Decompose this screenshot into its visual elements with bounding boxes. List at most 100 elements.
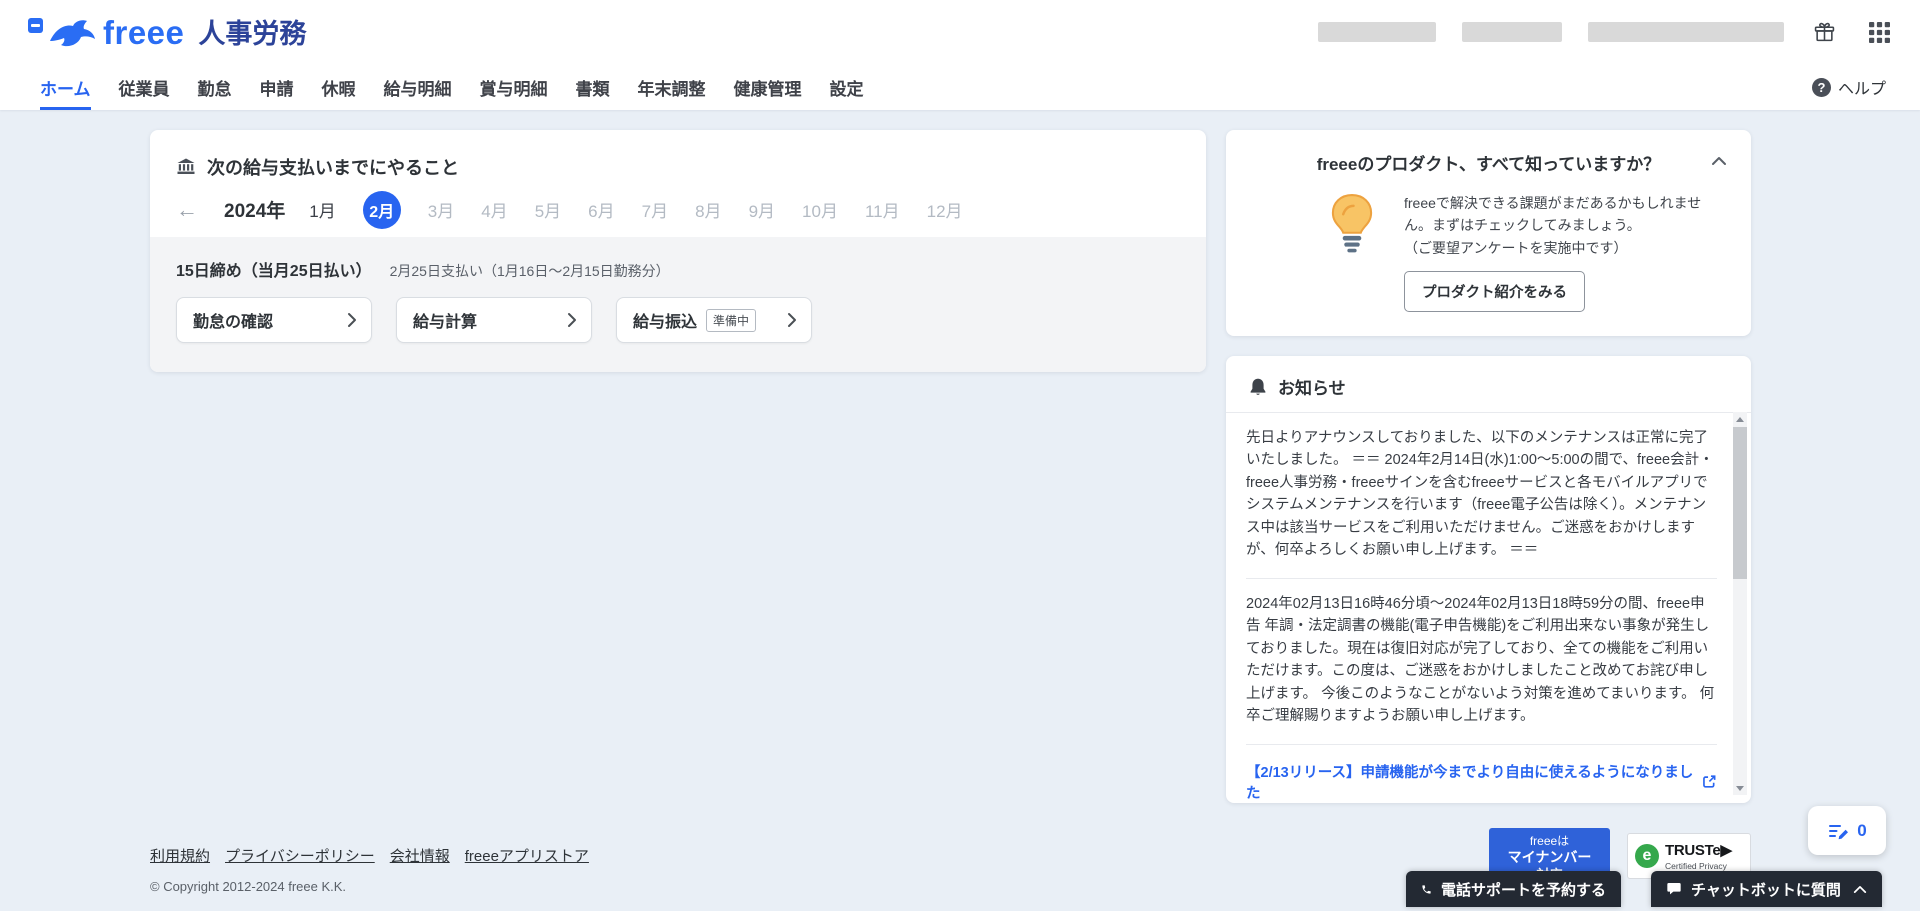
tasks-pen-icon <box>1829 824 1849 839</box>
tasks-count: 0 <box>1857 820 1867 840</box>
terms-link[interactable]: 利用規約 <box>150 845 210 866</box>
phone-icon <box>1422 884 1431 894</box>
help-icon: ? <box>1811 77 1831 97</box>
todo-card-title: 次の給与支払いまでにやること <box>207 158 459 178</box>
month-option: 8月 <box>695 202 722 221</box>
promo-note: （ご要望アンケートを実施中です） <box>1404 240 1628 257</box>
notice-item: 2024年02月13日16時46分頃～2024年02月13日18時59分の間、f… <box>1246 579 1717 745</box>
tab-requests[interactable]: 申請 <box>260 64 294 110</box>
promo-text: freeeで解決できる課題がまだあるかもしれません。まずはチェックしてみましょう… <box>1404 195 1702 233</box>
payroll-actions: 勤怠の確認 給与計算 給与振込 準備中 <box>176 297 1180 343</box>
gift-button[interactable] <box>1810 18 1839 47</box>
chevron-up-icon <box>1853 885 1867 894</box>
privacy-policy-link[interactable]: プライバシーポリシー <box>225 845 375 866</box>
apps-grid-button[interactable] <box>1865 18 1894 47</box>
promo-body: freeeで解決できる課題がまだあるかもしれません。まずはチェックしてみましょう… <box>1250 193 1727 313</box>
tab-employees[interactable]: 従業員 <box>119 64 170 110</box>
logo-wordmark: freee <box>103 13 185 51</box>
chatbot-button[interactable]: チャットボットに質問 <box>1651 871 1882 907</box>
payroll-section: 15日締め（当月25日払い） 2月25日支払い（1月16日～2月15日勤務分） … <box>150 237 1206 372</box>
notices-title: お知らせ <box>1278 379 1346 398</box>
tasks-count-button[interactable]: 0 <box>1808 806 1886 855</box>
apps-grid-icon <box>1869 21 1890 43</box>
month-option: 3月 <box>427 202 455 221</box>
month-option: 9月 <box>748 202 776 221</box>
chevron-up-icon <box>1712 157 1726 165</box>
promo-title: freeeのプロダクト、すべて知っていますか？ <box>1316 155 1661 174</box>
month-option-selected[interactable]: 2月 <box>362 190 401 229</box>
tab-documents[interactable]: 書類 <box>576 64 610 110</box>
chevron-right-icon <box>567 312 577 328</box>
bell-icon <box>1250 378 1266 395</box>
phone-support-button[interactable]: 電話サポートを予約する <box>1406 871 1621 907</box>
chat-icon <box>1667 883 1681 895</box>
closing-date-label: 15日締め（当月25日払い） <box>176 263 372 280</box>
redacted-company-name[interactable] <box>1318 22 1436 42</box>
notice-release-link[interactable]: 【2/13リリース】申請機能が今までより自由に使えるようになりました <box>1246 745 1717 803</box>
month-option: 10月 <box>802 202 838 221</box>
lightbulb-icon <box>1331 194 1373 253</box>
tab-payslips[interactable]: 給与明細 <box>384 64 452 110</box>
payroll-transfer-button[interactable]: 給与振込 準備中 <box>616 297 812 343</box>
year-label: 2024年 <box>224 201 286 222</box>
gift-icon <box>1814 22 1835 41</box>
freee-bird-icon <box>50 19 95 46</box>
truste-subtitle: Certified Privacy <box>1665 861 1727 871</box>
main-nav: ホーム 従業員 勤怠 申請 休暇 給与明細 賞与明細 書類 年末調整 健康管理 … <box>0 64 1920 110</box>
truste-logo-icon: e <box>1635 844 1659 868</box>
pay-detail-label: 2月25日支払い（1月16日～2月15日勤務分） <box>389 263 670 279</box>
tab-attendance[interactable]: 勤怠 <box>198 64 232 110</box>
bank-icon <box>177 158 195 174</box>
month-option: 5月 <box>534 202 562 221</box>
preparing-badge: 準備中 <box>706 308 757 332</box>
view-products-button[interactable]: プロダクト紹介をみる <box>1404 271 1585 313</box>
month-selector: ← 2024年 1月 2月 3月 4月 5月 6月 7月 8月 9月 10月 1… <box>150 180 1206 237</box>
truste-name: TRUSTe <box>1665 842 1721 859</box>
tab-leave[interactable]: 休暇 <box>322 64 356 110</box>
month-option: 12月 <box>926 202 963 221</box>
main-content: 次の給与支払いまでにやること ← 2024年 1月 2月 3月 4月 5月 6月… <box>0 110 1920 803</box>
help-button[interactable]: ? ヘルプ <box>1811 64 1886 110</box>
tab-bonus-slips[interactable]: 賞与明細 <box>480 64 548 110</box>
tab-settings[interactable]: 設定 <box>830 64 864 110</box>
notices-scrollbar[interactable] <box>1733 412 1747 795</box>
scroll-up-arrow[interactable] <box>1733 412 1747 426</box>
payroll-todo-card: 次の給与支払いまでにやること ← 2024年 1月 2月 3月 4月 5月 6月… <box>150 130 1206 372</box>
redacted-office-name[interactable] <box>1462 22 1562 42</box>
month-list: 1月 2月 3月 4月 5月 6月 7月 8月 9月 10月 11月 12月 <box>309 190 963 229</box>
notices-header: お知らせ <box>1226 356 1751 413</box>
tab-home[interactable]: ホーム <box>40 64 91 110</box>
todo-card-header: 次の給与支払いまでにやること <box>150 130 1206 180</box>
topbar: freee 人事労務 <box>0 0 1920 64</box>
app-header: freee 人事労務 ホーム 従業員 勤怠 申請 休暇 給与明細 賞与明細 書類… <box>0 0 1920 110</box>
month-option: 6月 <box>588 202 615 221</box>
notice-item: 先日よりアナウンスしておりました、以下のメンテナンスは正常に完了いたしました。 … <box>1246 413 1717 579</box>
month-option[interactable]: 1月 <box>309 197 335 222</box>
help-label: ヘルプ <box>1837 81 1886 98</box>
chevron-right-icon <box>347 312 357 328</box>
month-option: 11月 <box>864 202 900 221</box>
notices-card: お知らせ 先日よりアナウンスしておりました、以下のメンテナンスは正常に完了いたし… <box>1226 356 1751 803</box>
attendance-check-button[interactable]: 勤怠の確認 <box>176 297 372 343</box>
notices-list: 先日よりアナウンスしておりました、以下のメンテナンスは正常に完了いたしました。 … <box>1226 413 1751 803</box>
account-area <box>1318 18 1894 47</box>
logo-product-name: 人事労務 <box>198 19 307 50</box>
chevron-right-icon <box>787 312 797 328</box>
month-option: 7月 <box>641 202 669 221</box>
company-info-link[interactable]: 会社情報 <box>390 845 450 866</box>
external-link-icon <box>1703 775 1716 788</box>
payroll-calc-button[interactable]: 給与計算 <box>396 297 592 343</box>
tab-health-management[interactable]: 健康管理 <box>734 64 802 110</box>
product-promo-card: freeeのプロダクト、すべて知っていますか？ freeeで解決できる課題がまだ… <box>1226 130 1751 336</box>
app-store-link[interactable]: freeeアプリストア <box>465 845 589 866</box>
scroll-down-arrow[interactable] <box>1733 781 1747 795</box>
scrollbar-thumb[interactable] <box>1733 427 1747 579</box>
redacted-user-name[interactable] <box>1588 22 1784 42</box>
prev-months-button[interactable]: ← <box>176 198 198 221</box>
collapse-promo-button[interactable] <box>1707 150 1731 173</box>
brand-logo[interactable]: freee 人事労務 <box>28 16 306 49</box>
tab-year-end-adjustment[interactable]: 年末調整 <box>638 64 706 110</box>
logo-mark-icon <box>28 17 43 33</box>
payroll-summary: 15日締め（当月25日払い） 2月25日支払い（1月16日～2月15日勤務分） <box>176 257 1180 281</box>
right-column: freeeのプロダクト、すべて知っていますか？ freeeで解決できる課題がまだ… <box>1226 130 1751 803</box>
